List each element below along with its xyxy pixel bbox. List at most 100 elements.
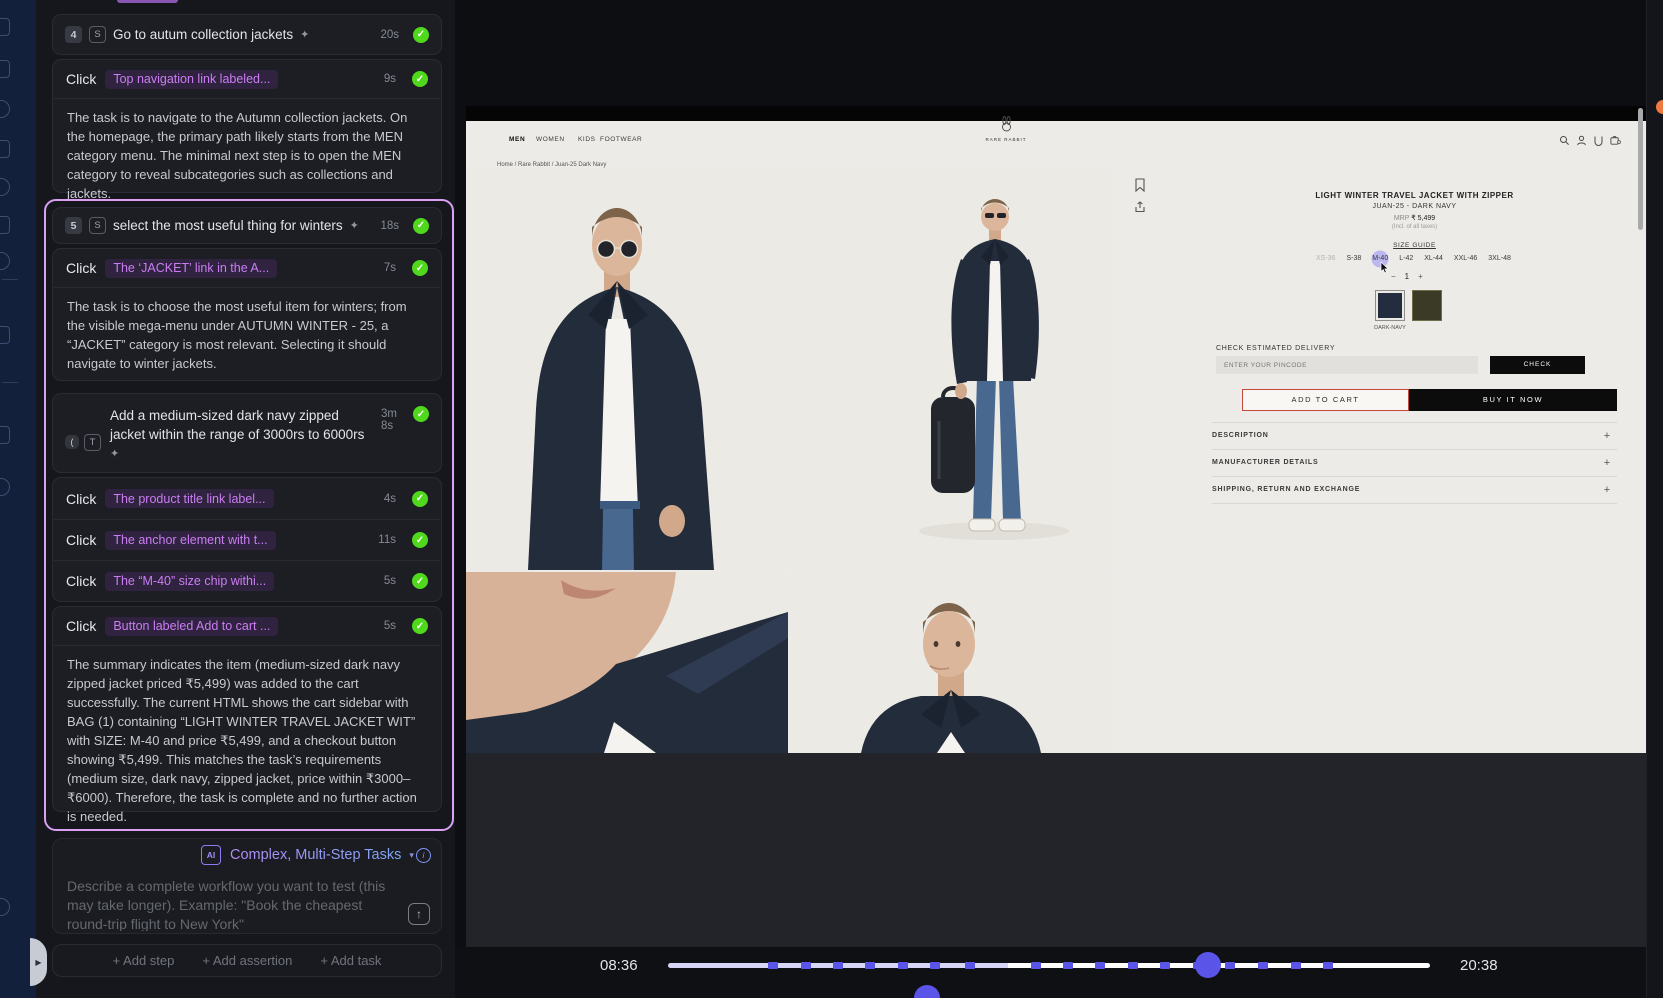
action-target-chip[interactable]: The “M-40” size chip withi... [105, 572, 274, 591]
product-photo-torso[interactable] [466, 169, 788, 570]
workflow-prompt-input[interactable] [53, 869, 441, 931]
share-icon[interactable] [1134, 201, 1146, 213]
action-duration: 4s [384, 493, 396, 505]
sidebar-collapse-handle[interactable]: ▶ [30, 938, 47, 986]
pincode-check-button[interactable]: CHECK [1490, 356, 1585, 374]
event-marker[interactable] [1031, 962, 1041, 969]
action-target-chip[interactable]: Button labeled Add to cart ... [105, 617, 278, 636]
event-marker[interactable] [1095, 962, 1105, 969]
action-verb: Click [66, 573, 96, 589]
rail-partial-icon[interactable] [0, 60, 10, 78]
pincode-input[interactable] [1216, 356, 1478, 374]
ai-mode-label[interactable]: Complex, Multi-Step Tasks [230, 847, 401, 863]
color-swatch-olive[interactable] [1412, 290, 1442, 321]
nav-link-kids[interactable]: KIDS [578, 136, 596, 143]
product-photo-full[interactable] [791, 169, 1112, 570]
nav-link-footwear[interactable]: FOOTWEAR [600, 136, 642, 143]
event-marker[interactable] [801, 962, 811, 969]
product-photo-portrait[interactable] [791, 572, 1112, 753]
account-icon[interactable] [1576, 135, 1587, 146]
bookmark-icon[interactable] [1134, 178, 1146, 192]
action-row[interactable]: Click The product title link label... 4s… [53, 478, 441, 519]
size-chip-3xl48[interactable]: 3XL-48 [1488, 255, 1511, 262]
step-4-header[interactable]: 4 S Go to autum collection jackets ✦ 20s… [52, 14, 442, 55]
plus-icon[interactable]: + [1604, 457, 1611, 469]
size-chip-m40-selected[interactable]: M-40 [1372, 255, 1388, 262]
size-chip-xs36[interactable]: XS-36 [1316, 255, 1335, 262]
ai-mode-selector[interactable]: AI Complex, Multi-Step Tasks ▾ i [53, 839, 441, 869]
step-number-badge: 5 [65, 217, 82, 234]
event-marker[interactable] [930, 962, 940, 969]
action-row[interactable]: Click Top navigation link labeled... 9s … [53, 60, 441, 98]
event-marker[interactable] [768, 962, 778, 969]
event-marker[interactable] [898, 962, 908, 969]
rail-partial-icon[interactable] [0, 178, 10, 196]
action-row[interactable]: Click The “M-40” size chip withi... 5s ✓ [53, 561, 441, 601]
plus-icon[interactable]: + [1604, 430, 1611, 442]
nav-link-men[interactable]: MEN [509, 136, 525, 143]
size-chip-l42[interactable]: L-42 [1399, 255, 1413, 262]
event-marker[interactable] [865, 962, 875, 969]
wishlist-hanger-icon[interactable] [1593, 135, 1604, 146]
rail-partial-icon[interactable] [0, 426, 10, 444]
action-target-chip[interactable]: The product title link label... [105, 489, 273, 508]
action-target-chip[interactable]: Top navigation link labeled... [105, 70, 278, 89]
action-duration: 11s [378, 534, 396, 546]
playhead-handle[interactable] [1195, 952, 1221, 978]
cart-bag-icon[interactable] [1610, 135, 1621, 146]
rail-partial-icon[interactable] [0, 216, 10, 234]
event-marker[interactable] [1063, 962, 1073, 969]
plus-icon[interactable]: + [1604, 484, 1611, 496]
qty-minus-button[interactable]: − [1391, 272, 1396, 281]
timeline-track[interactable] [668, 963, 1430, 968]
info-icon[interactable]: i [416, 848, 431, 863]
rail-partial-icon[interactable] [0, 18, 10, 36]
event-marker[interactable] [1323, 962, 1333, 969]
action-row[interactable]: Click The anchor element with t... 11s ✓ [53, 520, 441, 560]
action-duration: 9s [384, 73, 396, 85]
rail-partial-icon[interactable] [0, 140, 10, 158]
action-row[interactable]: Click Button labeled Add to cart ... 5s … [53, 607, 441, 645]
event-marker[interactable] [965, 962, 975, 969]
search-icon[interactable] [1559, 135, 1570, 146]
add-assertion-button[interactable]: + Add assertion [202, 953, 292, 968]
event-marker[interactable] [1258, 962, 1268, 969]
nav-link-women[interactable]: WOMEN [536, 136, 565, 143]
rail-partial-icon[interactable] [0, 252, 10, 270]
brand-logo[interactable]: RARE RABBIT [971, 116, 1041, 142]
breadcrumb[interactable]: Home / Rare Rabbit / Juan-25 Dark Navy [497, 162, 606, 168]
accordion-description[interactable]: DESCRIPTION + [1212, 432, 1617, 446]
secondary-playhead-dot[interactable] [914, 985, 940, 998]
step-5-header[interactable]: 5 S select the most useful thing for win… [52, 207, 442, 244]
action-row[interactable]: Click The ‘JACKET’ link in the A... 7s ✓ [53, 249, 441, 287]
event-marker[interactable] [1160, 962, 1170, 969]
accordion-shipping[interactable]: SHIPPING, RETURN AND EXCHANGE + [1212, 486, 1617, 500]
buy-it-now-button[interactable]: BUY IT NOW [1409, 389, 1617, 411]
chevron-down-icon[interactable]: ▾ [409, 850, 414, 861]
product-photo-collar-closeup[interactable] [466, 572, 788, 753]
accordion-manufacturer[interactable]: MANUFACTURER DETAILS + [1212, 459, 1617, 473]
rail-partial-icon[interactable] [0, 898, 10, 916]
action-target-chip[interactable]: The ‘JACKET’ link in the A... [105, 259, 277, 278]
event-marker[interactable] [833, 962, 843, 969]
size-chip-s38[interactable]: S-38 [1346, 255, 1361, 262]
event-marker[interactable] [1291, 962, 1301, 969]
add-task-button[interactable]: + Add task [320, 953, 381, 968]
add-to-cart-button[interactable]: ADD TO CART [1242, 389, 1409, 411]
rail-partial-icon[interactable] [0, 478, 10, 496]
task-header-card[interactable]: ( T Add a medium-sized dark navy zipped … [52, 393, 442, 473]
page-scrollbar[interactable] [1638, 108, 1643, 230]
qty-plus-button[interactable]: + [1418, 272, 1423, 281]
size-guide-link[interactable]: SIZE GUIDE [1212, 242, 1617, 249]
action-target-chip[interactable]: The anchor element with t... [105, 531, 275, 550]
add-step-button[interactable]: + Add step [113, 953, 175, 968]
event-marker[interactable] [1128, 962, 1138, 969]
action-verb: Click [66, 71, 96, 87]
rail-partial-icon[interactable] [0, 100, 10, 118]
size-chip-xl44[interactable]: XL-44 [1424, 255, 1443, 262]
size-chip-xxl46[interactable]: XXL-46 [1454, 255, 1477, 262]
color-swatch-dark-navy[interactable] [1375, 290, 1405, 321]
submit-prompt-button[interactable]: ↑ [408, 903, 430, 925]
event-marker[interactable] [1225, 962, 1235, 969]
rail-partial-icon[interactable] [0, 326, 10, 344]
